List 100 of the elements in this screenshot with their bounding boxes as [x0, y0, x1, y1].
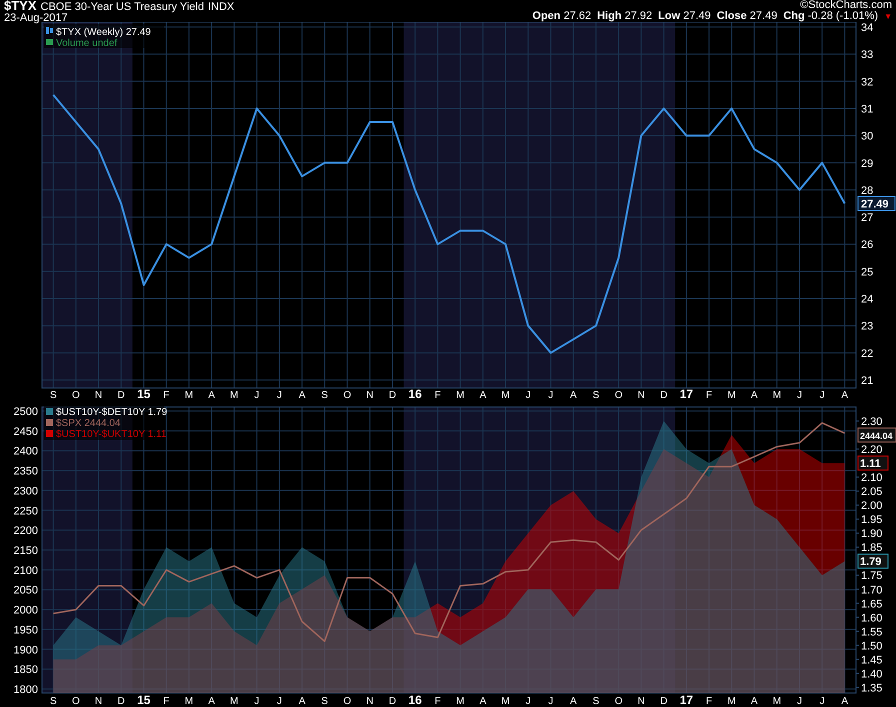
exchange-text: INDX	[208, 2, 234, 13]
x-axis-label: J	[276, 696, 282, 707]
x-axis-label: O	[343, 390, 352, 401]
y-axis-label: 1.70	[861, 584, 882, 596]
y-axis-label: 27	[861, 212, 874, 224]
x-axis-label: F	[706, 390, 712, 401]
x-axis-label: A	[570, 390, 577, 401]
y-axis-label: 2.10	[861, 472, 882, 484]
x-axis-label: M	[184, 696, 194, 707]
y-axis-label: 1.40	[861, 668, 882, 680]
x-axis-label: N	[638, 696, 645, 707]
x-axis-label: O	[72, 390, 80, 401]
y-axis-label: 2100	[14, 564, 38, 577]
y-axis-label: 1850	[14, 664, 38, 676]
x-axis-label: S	[321, 390, 328, 401]
x-axis-label: J	[820, 696, 825, 707]
y-axis-label: 22	[861, 348, 874, 360]
y-axis-label: 1.65	[861, 598, 882, 610]
y-axis-label: 1.55	[861, 626, 882, 638]
x-axis-label: 15	[137, 693, 150, 707]
y-axis-label: 2.05	[861, 486, 882, 498]
x-axis-label: 16	[408, 693, 422, 707]
x-axis-label: M	[456, 696, 464, 707]
y-axis-label: 21	[861, 375, 874, 387]
legend-text: $UST10Y-$UKT10Y 1.11	[56, 429, 166, 440]
legend-text: $UST10Y-$DET10Y 1.79	[56, 407, 168, 418]
quote-label: Open	[532, 10, 561, 22]
quote-label: Chg	[783, 10, 805, 22]
y-axis-label: 23	[861, 320, 874, 333]
x-axis-label: A	[208, 696, 215, 707]
last-value-badge: 1.11	[858, 456, 888, 471]
x-axis-label: M	[772, 390, 782, 401]
quote-value: -0.28 (-1.01%)	[808, 10, 878, 22]
y-axis-label: 2500	[14, 406, 38, 418]
y-axis-label: 1.60	[861, 612, 882, 624]
x-axis-label: 17	[680, 387, 694, 401]
x-axis-label: D	[660, 390, 668, 401]
x-axis-label: A	[841, 390, 848, 401]
x-axis-label: J	[820, 390, 825, 401]
legend-text: Volume undef	[56, 38, 118, 49]
x-axis-label: J	[526, 390, 531, 401]
x-axis-label: A	[298, 390, 306, 401]
legend-text: $SPX 2444.04	[56, 418, 120, 429]
x-axis-label: S	[50, 696, 57, 707]
x-axis-label: J	[276, 390, 282, 401]
quote-value: 27.49	[683, 10, 711, 22]
x-axis-label: A	[750, 696, 758, 707]
x-axis-label: O	[614, 390, 622, 401]
x-axis-label: A	[298, 696, 306, 707]
x-axis-label: J	[254, 696, 260, 707]
volume-icon	[46, 39, 53, 45]
candle-icon	[46, 27, 53, 34]
y-axis-label: 2450	[14, 426, 38, 438]
x-axis-label: M	[230, 696, 238, 707]
x-axis-label: M	[501, 696, 510, 707]
x-axis-label: M	[727, 390, 736, 401]
y-axis-label: 29	[861, 158, 874, 170]
y-axis-label: 1.50	[861, 640, 882, 652]
x-axis-label: A	[841, 696, 848, 707]
instrument-name: CBOE 30-Year US Treasury Yield	[40, 2, 204, 13]
y-axis-label: 1.75	[861, 570, 882, 582]
y-axis-label: 2300	[14, 485, 38, 498]
x-axis-label: 16	[408, 387, 422, 401]
y-axis-label: 1900	[14, 644, 38, 656]
x-axis-label: F	[163, 696, 170, 707]
y-axis-label: 1.45	[861, 654, 882, 666]
x-axis-label: J	[526, 696, 531, 707]
y-axis-label: 24	[861, 294, 874, 306]
x-axis-label: N	[366, 696, 374, 707]
x-axis-label: F	[706, 696, 712, 707]
x-axis-label: A	[208, 390, 215, 401]
y-axis-label: 2200	[14, 525, 38, 538]
x-axis-label: J	[254, 390, 260, 401]
x-axis-label: M	[501, 390, 510, 401]
credit-text: ©StockCharts.com	[800, 0, 892, 11]
y-axis-label: 2000	[14, 604, 38, 617]
quote-label: Low	[658, 10, 680, 22]
x-axis-label: 15	[137, 387, 150, 401]
x-axis-label: M	[184, 390, 194, 401]
y-axis-label: 33	[861, 49, 874, 62]
y-axis-label: 2050	[14, 584, 38, 597]
x-axis-label: 17	[680, 693, 694, 707]
x-axis-label: N	[94, 390, 102, 401]
quote-label: Close	[716, 10, 747, 22]
y-axis-label: 2250	[14, 505, 38, 518]
y-axis-label: 1800	[14, 684, 38, 696]
x-axis-label: F	[434, 696, 441, 707]
x-axis-label: A	[750, 390, 758, 401]
last-value-badge: 1.79	[858, 554, 888, 569]
symbol-text: $TYX	[4, 0, 37, 11]
x-axis-label: A	[480, 696, 486, 707]
quote-value: 27.49	[750, 10, 778, 22]
y-axis-label: 25	[861, 266, 874, 278]
y-axis-label: 1.95	[861, 514, 882, 526]
x-axis-label: O	[614, 696, 622, 707]
x-axis-label: N	[94, 696, 102, 707]
y-axis-label: 2150	[14, 545, 38, 557]
x-axis-label: J	[548, 390, 554, 401]
change-marker: ▼	[884, 11, 892, 22]
x-axis-label: J	[796, 696, 802, 707]
